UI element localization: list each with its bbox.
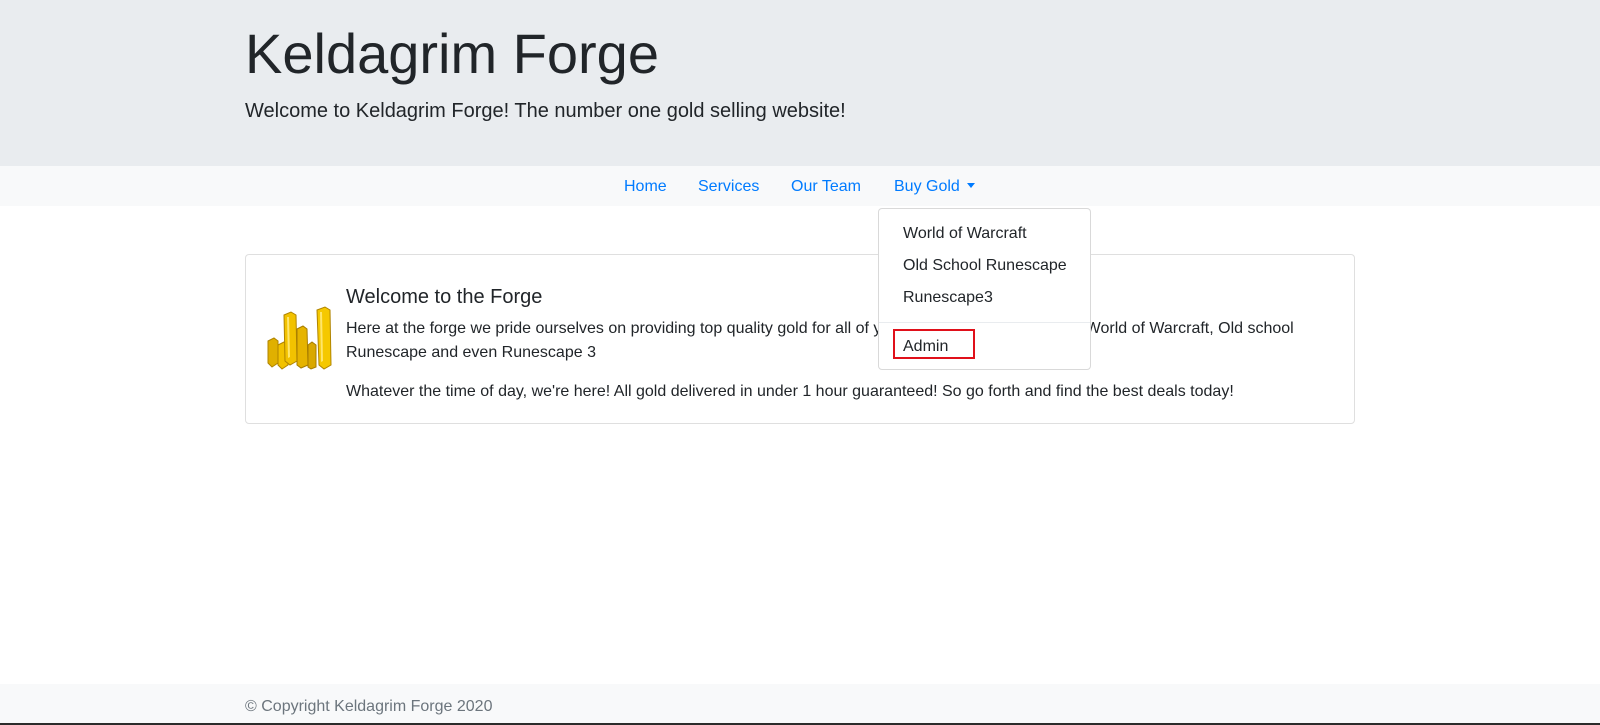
footer-copyright: © Copyright Keldagrim Forge 2020 bbox=[245, 698, 493, 715]
card-paragraph-intro: Here at the forge we pride ourselves on … bbox=[346, 320, 1294, 361]
buy-gold-dropdown-menu: World of Warcraft Old School Runescape R… bbox=[878, 208, 1091, 370]
nav-buy-gold-dropdown-toggle[interactable]: Buy Gold bbox=[894, 177, 975, 197]
nav-links: Home Services Our Team Buy Gold bbox=[0, 166, 1600, 206]
card-paragraph-delivery: Whatever the time of day, we're here! Al… bbox=[346, 383, 1234, 400]
dropdown-divider bbox=[879, 322, 1090, 323]
nav-buy-gold-label: Buy Gold bbox=[894, 178, 960, 195]
jumbotron-header: Keldagrim Forge Welcome to Keldagrim For… bbox=[0, 0, 1600, 166]
nav-home-link[interactable]: Home bbox=[624, 177, 667, 197]
footer: © Copyright Keldagrim Forge 2020 bbox=[0, 684, 1600, 725]
navbar: Home Services Our Team Buy Gold bbox=[0, 166, 1600, 206]
dropdown-item-runescape3[interactable]: Runescape3 bbox=[903, 288, 993, 308]
site-subtitle: Welcome to Keldagrim Forge! The number o… bbox=[245, 100, 846, 122]
dropdown-item-admin[interactable]: Admin bbox=[903, 337, 948, 357]
gold-bars-icon bbox=[267, 306, 332, 370]
dropdown-item-old-school-runescape[interactable]: Old School Runescape bbox=[903, 256, 1067, 276]
nav-services-link[interactable]: Services bbox=[698, 177, 759, 197]
caret-down-icon bbox=[966, 183, 975, 188]
dropdown-item-world-of-warcraft[interactable]: World of Warcraft bbox=[903, 224, 1027, 244]
welcome-card: Welcome to the Forge Here at the forge w… bbox=[245, 254, 1355, 424]
site-title: Keldagrim Forge bbox=[245, 22, 659, 85]
nav-our-team-link[interactable]: Our Team bbox=[791, 177, 861, 197]
card-title: Welcome to the Forge bbox=[346, 286, 543, 308]
